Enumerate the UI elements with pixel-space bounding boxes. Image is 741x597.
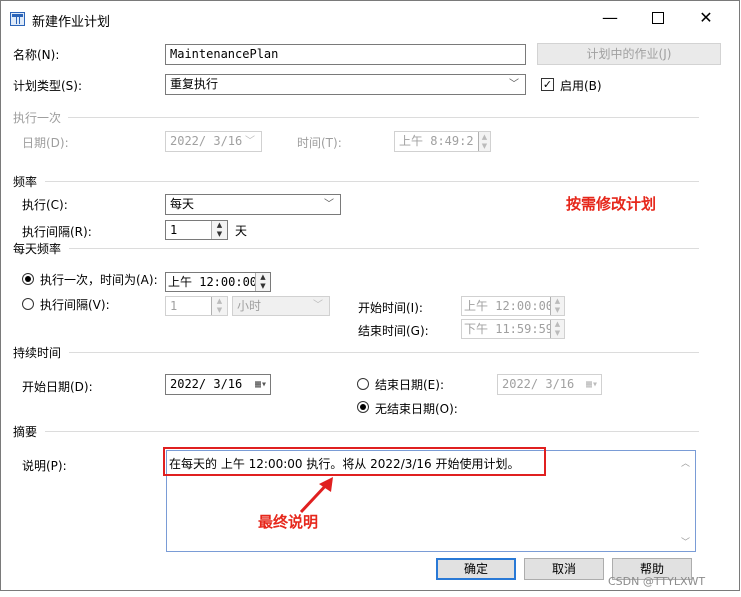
chevron-down-icon: ﹀ bbox=[324, 199, 334, 210]
window-title: 新建作业计划 bbox=[32, 15, 111, 30]
end-date-label: 结束日期(E): bbox=[375, 378, 444, 392]
once-time-label: 时间(T): bbox=[297, 136, 342, 150]
occurs-value: 每天 bbox=[170, 197, 195, 211]
end-date-picker[interactable]: 2022/ 3/16 ▦▾ bbox=[497, 374, 602, 395]
calendar-app-icon bbox=[10, 12, 25, 26]
spin-up-icon: ▲ bbox=[481, 133, 488, 141]
occurs-select[interactable]: 每天 ﹀ bbox=[165, 194, 341, 215]
daily-once-label: 执行一次，时间为(A): bbox=[40, 273, 158, 287]
name-label: 名称(N): bbox=[13, 48, 60, 62]
daily-every-spinner[interactable]: ▲ ▼ bbox=[211, 297, 227, 315]
calendar-dropdown-icon: ▦▾ bbox=[254, 379, 267, 390]
group-summary-title: 摘要 bbox=[13, 425, 38, 439]
group-once-divider bbox=[68, 117, 699, 118]
daily-once-radio[interactable] bbox=[22, 273, 34, 285]
schedule-type-label: 计划类型(S): bbox=[13, 79, 83, 93]
maximize-button[interactable] bbox=[635, 3, 681, 33]
annotation-arrow-icon bbox=[299, 477, 333, 514]
duration-start-label: 开始日期(D): bbox=[22, 380, 93, 394]
spin-up-icon: ▲ bbox=[216, 297, 223, 305]
daily-end-label: 结束时间(G): bbox=[358, 324, 429, 338]
enabled-checkbox[interactable]: ✓ bbox=[541, 78, 554, 91]
spin-up-icon: ▲ bbox=[260, 273, 266, 281]
calendar-dropdown-icon: ▦▾ bbox=[585, 379, 598, 390]
scroll-down-icon[interactable]: ﹀ bbox=[681, 535, 690, 548]
spin-down-icon: ▼ bbox=[481, 142, 488, 150]
maximize-icon bbox=[652, 12, 664, 24]
recur-interval-spinner[interactable]: ▲ ▼ bbox=[211, 221, 227, 239]
minimize-button[interactable]: — bbox=[587, 3, 633, 33]
scroll-up-icon[interactable]: ︿ bbox=[681, 456, 690, 469]
schedule-type-select[interactable]: 重复执行 ﹀ bbox=[165, 74, 526, 95]
end-date-value: 2022/ 3/16 bbox=[502, 377, 575, 391]
spin-down-icon: ▼ bbox=[216, 230, 223, 238]
spin-down-icon: ▼ bbox=[554, 306, 561, 314]
group-once-title: 执行一次 bbox=[13, 111, 62, 125]
description-label: 说明(P): bbox=[22, 459, 67, 473]
spin-up-icon: ▲ bbox=[554, 320, 561, 328]
close-button[interactable]: ✕ bbox=[683, 3, 729, 33]
once-date-value: 2022/ 3/16 bbox=[170, 134, 243, 148]
daily-every-label: 执行间隔(V): bbox=[40, 298, 110, 312]
group-duration-title: 持续时间 bbox=[13, 346, 62, 360]
final-description-annotation: 最终说明 bbox=[258, 513, 319, 531]
group-daily-divider bbox=[69, 248, 699, 249]
ok-button[interactable]: 确定 bbox=[436, 558, 516, 580]
once-date-label: 日期(D): bbox=[22, 136, 69, 150]
duration-start-value: 2022/ 3/16 bbox=[170, 377, 243, 391]
end-date-radio[interactable] bbox=[357, 378, 369, 390]
once-time-input[interactable]: 上午 8:49:2 bbox=[394, 131, 491, 152]
recur-interval-label: 执行间隔(R): bbox=[22, 225, 92, 239]
spin-down-icon: ▼ bbox=[260, 282, 266, 290]
spin-down-icon: ▼ bbox=[554, 329, 561, 337]
recur-interval-unit: 天 bbox=[235, 224, 248, 238]
daily-start-spinner[interactable]: ▲ ▼ bbox=[550, 297, 564, 315]
duration-start-date-picker[interactable]: 2022/ 3/16 ▦▾ bbox=[165, 374, 271, 395]
name-input[interactable]: MaintenancePlan bbox=[165, 44, 526, 65]
no-end-date-radio[interactable] bbox=[357, 401, 369, 413]
spin-up-icon: ▲ bbox=[554, 297, 561, 305]
daily-every-unit-value: 小时 bbox=[237, 299, 262, 313]
group-frequency-divider bbox=[45, 181, 699, 182]
description-highlight-box bbox=[163, 447, 546, 476]
daily-end-spinner[interactable]: ▲ ▼ bbox=[550, 320, 564, 338]
modify-plan-annotation: 按需修改计划 bbox=[566, 195, 657, 213]
occurs-label: 执行(C): bbox=[22, 198, 68, 212]
chevron-down-icon: ﹀ bbox=[313, 300, 323, 311]
chevron-down-icon: ﹀ bbox=[509, 79, 519, 90]
once-date-picker[interactable]: 2022/ 3/16 ﹀ bbox=[165, 131, 262, 152]
spin-up-icon: ▲ bbox=[216, 221, 223, 229]
daily-every-unit-select[interactable]: 小时 ﹀ bbox=[232, 296, 330, 316]
daily-start-label: 开始时间(I): bbox=[358, 301, 423, 315]
spin-down-icon: ▼ bbox=[216, 306, 223, 314]
once-time-spinner[interactable]: ▲ ▼ bbox=[478, 132, 490, 151]
jobs-in-plan-button[interactable]: 计划中的作业(J) bbox=[537, 43, 721, 65]
group-frequency-title: 频率 bbox=[13, 175, 38, 189]
daily-every-radio[interactable] bbox=[22, 298, 34, 310]
enabled-label: 启用(B) bbox=[560, 79, 602, 93]
chevron-down-icon: ﹀ bbox=[245, 136, 255, 147]
group-duration-divider bbox=[69, 352, 699, 353]
watermark-text: CSDN @TTYLXWT bbox=[608, 575, 706, 588]
cancel-button[interactable]: 取消 bbox=[524, 558, 604, 580]
no-end-date-label: 无结束日期(O): bbox=[375, 402, 458, 416]
daily-once-time-spinner[interactable]: ▲ ▼ bbox=[255, 273, 270, 291]
group-daily-title: 每天频率 bbox=[13, 242, 62, 256]
group-summary-divider bbox=[45, 431, 699, 432]
schedule-type-value: 重复执行 bbox=[170, 77, 219, 91]
